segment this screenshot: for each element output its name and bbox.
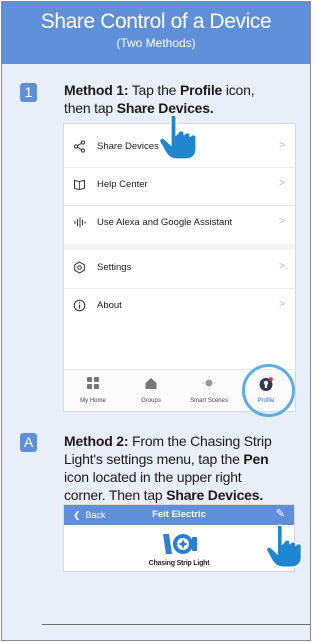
step-a-line1: From the Chasing Strip <box>128 433 272 449</box>
step-1-bold-profile: Profile <box>179 82 223 98</box>
device-name: Chasing Strip Light <box>148 560 210 567</box>
device-screen-title: Feit Electric <box>152 509 206 520</box>
menu-item-settings[interactable]: Settings > <box>64 250 295 287</box>
menu-item-label: About <box>97 300 122 311</box>
highlight-ring <box>242 364 295 417</box>
tab-smart-scenes[interactable]: Smart Scenes <box>180 370 238 412</box>
chevron-right-icon: > <box>279 216 285 227</box>
step-1-text: Method 1: Tap the Profile icon, then tap… <box>64 81 304 117</box>
house-icon <box>122 376 180 392</box>
step-1-text-a: Tap the <box>128 82 180 98</box>
step-a-method-label: Method 2: <box>64 433 129 449</box>
step-badge-1: 1 <box>20 83 37 102</box>
step-a-bold-share: Share Devices. <box>166 487 264 503</box>
grid-icon <box>64 376 122 392</box>
pointing-hand-icon <box>265 524 302 568</box>
pen-icon[interactable]: ✎ <box>276 508 285 520</box>
tab-groups[interactable]: Groups <box>122 370 180 412</box>
chevron-right-icon: > <box>279 299 285 310</box>
tab-label: Smart Scenes <box>190 398 228 404</box>
voice-icon <box>72 216 86 230</box>
share-icon <box>72 140 86 154</box>
menu-item-about[interactable]: About > <box>64 288 295 325</box>
step-a-line2: Light's settings menu, tap the <box>64 451 244 467</box>
page-title: Share Control of a Device <box>40 10 272 33</box>
tab-label: My Home <box>80 398 106 404</box>
menu-item-label: Help Center <box>97 179 148 190</box>
instruction-card: Share Control of a Device (Two Methods) … <box>1 1 311 641</box>
step-a-line4: corner. Then tap <box>64 487 167 503</box>
tab-label: Groups <box>141 398 161 404</box>
book-icon <box>72 178 86 192</box>
tab-my-home[interactable]: My Home <box>64 370 122 412</box>
step-a-bold-pen: Pen <box>243 451 269 467</box>
device-nav-bar: ❮ Back Feit Electric ✎ <box>64 505 294 525</box>
section-gap <box>64 243 295 250</box>
step-badge-a: A <box>20 433 37 452</box>
header: Share Control of a Device (Two Methods) <box>2 2 310 64</box>
menu-item-label: Settings <box>97 262 132 273</box>
step-a-text: Method 2: From the Chasing Strip Light's… <box>64 432 308 504</box>
menu-item-label: Share Devices <box>97 141 159 152</box>
sun-icon <box>180 376 238 392</box>
menu-item-label: Use Alexa and Google Assistant <box>97 217 233 228</box>
menu-item-help-center[interactable]: Help Center > <box>64 167 295 204</box>
info-icon <box>72 299 86 313</box>
menu-item-voice-assistant[interactable]: Use Alexa and Google Assistant > <box>64 205 295 242</box>
chevron-right-icon: > <box>279 261 285 272</box>
device-settings-screenshot: ❮ Back Feit Electric ✎ Chasing Strip Lig… <box>63 504 295 572</box>
step-1-text-b: icon, <box>222 82 255 98</box>
page-subtitle: (Two Methods) <box>116 36 196 50</box>
divider <box>42 624 310 625</box>
pointing-hand-icon <box>159 114 197 160</box>
chevron-right-icon: > <box>279 178 285 189</box>
strip-light-icon <box>163 534 197 554</box>
gear-icon <box>72 261 86 275</box>
chevron-right-icon: > <box>279 140 285 151</box>
step-1-method-label: Method 1: <box>64 82 129 98</box>
step-a-line3: icon located in the upper right <box>64 469 242 485</box>
step-1-text-c: then tap <box>64 100 117 116</box>
